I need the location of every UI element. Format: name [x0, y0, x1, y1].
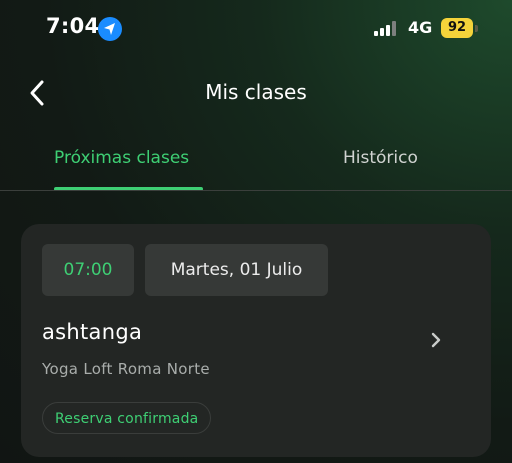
status-badge: Reserva confirmada — [42, 402, 212, 434]
studio-name: Yoga Loft Roma Norte — [42, 360, 210, 378]
tab-history[interactable]: Histórico — [343, 148, 418, 168]
battery-level: 92 — [441, 18, 473, 38]
class-time-chip: 07:00 — [42, 244, 134, 296]
location-arrow-icon — [98, 17, 122, 41]
status-time: 7:04 — [46, 14, 100, 38]
tab-bar: Próximas clases Histórico — [0, 140, 512, 192]
class-date-chip: Martes, 01 Julio — [145, 244, 328, 296]
tab-divider — [0, 190, 512, 191]
page-title: Mis clases — [205, 80, 307, 104]
network-type: 4G — [408, 18, 433, 37]
class-name: ashtanga — [42, 320, 143, 344]
battery-icon: 92 — [441, 18, 478, 38]
tab-upcoming-classes[interactable]: Próximas clases — [54, 148, 189, 168]
cellular-signal-icon — [374, 20, 400, 36]
nav-bar: Mis clases — [0, 70, 512, 116]
status-bar: 7:04 4G 92 — [0, 0, 512, 56]
booking-card[interactable]: 07:00 Martes, 01 Julio ashtanga Yoga Lof… — [21, 224, 491, 457]
chevron-right-icon[interactable] — [429, 330, 443, 350]
